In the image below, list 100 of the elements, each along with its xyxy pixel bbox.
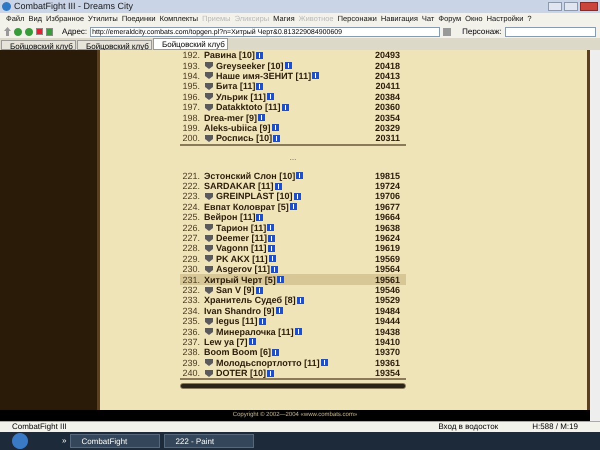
info-icon[interactable] [256,286,263,294]
status-stats: H:588 / M:19 [532,421,578,433]
info-icon[interactable] [276,307,283,314]
forward-button[interactable] [25,28,33,36]
rank-number: 228. [181,243,201,254]
rating-score: 19815 [374,170,401,181]
rating-score: 20329 [374,122,401,133]
character-field[interactable] [504,26,596,36]
rating-score: 19638 [374,222,401,233]
scrollbar[interactable] [590,50,600,421]
back-button[interactable] [14,28,22,36]
info-icon[interactable] [290,203,297,210]
info-icon[interactable] [296,172,304,180]
player-name-link[interactable]: Datakktoto [11] [216,102,281,112]
rating-score: 19370 [374,347,401,358]
player-name-link[interactable]: Deemer [11] [216,233,268,244]
rank-number: 222. [181,181,201,192]
player-name-link[interactable]: Наше имя-ЗЕНИТ [11] [216,70,312,81]
info-icon[interactable] [271,266,278,273]
info-icon[interactable] [268,244,275,252]
info-icon[interactable] [248,338,256,346]
info-icon[interactable] [272,124,279,132]
player-name-link[interactable]: Эстонский Слон [10] [204,170,296,181]
info-icon[interactable] [267,370,274,377]
rating-score: 19484 [374,306,401,316]
info-icon[interactable] [256,82,264,90]
info-icon[interactable] [294,192,301,200]
taskbar-button[interactable]: 222 - Paint [164,434,254,448]
info-icon[interactable] [267,224,274,232]
rank-number: 221. [181,170,201,181]
player-name-link[interactable]: PK AKX [11] [216,254,268,264]
rank-number: 233. [181,295,201,306]
info-icon[interactable] [258,114,266,122]
rating-score: 20384 [374,92,401,102]
player-name-link[interactable]: Бита [11] [216,81,256,92]
info-icon[interactable] [320,359,328,366]
info-icon[interactable] [276,276,284,284]
info-icon[interactable] [256,52,263,59]
info-icon[interactable] [312,72,320,80]
player-name-link[interactable]: Тарион [11] [216,222,266,233]
info-icon[interactable] [294,328,302,336]
info-icon[interactable] [296,296,304,304]
player-name-link[interactable]: Ivan Shandro [9] [204,306,275,316]
player-name-link[interactable]: Молодьспортлотто [11] [216,358,320,368]
player-name-link[interactable]: Минералочка [11] [216,326,294,337]
taskbar-button[interactable]: CombatFight [70,434,160,448]
player-name-link[interactable]: Хранитель Судеб [8] [204,295,296,306]
info-icon[interactable] [256,214,264,221]
rating-score: 19564 [374,264,401,274]
info-icon[interactable] [258,318,266,325]
info-icon[interactable] [274,182,282,190]
browser-tab[interactable]: Бойцовский клуб [1,40,76,50]
info-icon[interactable] [284,62,292,70]
player-name-link[interactable]: Drea-mer [9] [204,112,258,123]
info-icon[interactable] [273,134,280,142]
info-icon[interactable] [266,93,274,100]
rating-score: 19410 [374,336,401,347]
quick-launch-more[interactable]: » [62,435,66,447]
player-name-link[interactable]: DOTER [10] [216,368,266,378]
player-name-link[interactable]: Lew ya [7] [204,336,248,347]
rating-score: 19569 [374,254,401,264]
rank-number: 193. [181,60,201,71]
rating-score: 19706 [374,191,401,202]
player-name-link[interactable]: Ульрик [11] [216,92,266,102]
player-name-link[interactable]: Aleks-ubiica [9] [204,122,271,133]
player-name-link[interactable]: Роспись [10] [216,133,272,144]
rating-score: 20418 [374,60,401,71]
player-name-link[interactable]: SARDAKAR [11] [204,181,274,192]
info-icon[interactable] [268,255,276,262]
refresh-button[interactable] [46,28,53,36]
info-icon[interactable] [272,348,279,356]
info-icon[interactable] [282,104,289,111]
rating-score: 20411 [375,81,401,92]
player-name-link[interactable]: Greyseeker [10] [216,60,284,71]
player-name-link[interactable]: Равина [10] [204,50,255,60]
ellipsis-text: ... [290,152,296,164]
start-button[interactable] [12,433,28,449]
browser-tab[interactable]: Бойцовский клуб [77,40,152,50]
player-name-link[interactable]: legus [11] [216,316,258,326]
player-name-link[interactable]: Asgerov [11] [216,264,270,274]
player-name-link[interactable]: Вейрон [11] [204,212,256,222]
player-name-link[interactable]: Хитрый Черт [5] [204,274,276,285]
rating-score: 19438 [374,326,401,337]
rank-number: 197. [181,102,201,112]
rank-number: 239. [181,358,201,368]
info-icon[interactable] [268,234,276,242]
player-name-link[interactable]: San V [9] [216,285,255,295]
browser-tab[interactable]: Бойцовский клуб [153,38,228,50]
rank-number: 236. [181,326,201,337]
player-name-link[interactable]: Евпат Коловрат [5] [204,202,289,212]
rating-score: 19724 [374,181,401,192]
rank-number: 235. [181,316,201,326]
rank-number: 200. [181,133,201,144]
rating-score: 19444 [374,316,401,326]
player-name-link[interactable]: GREINPLAST [10] [216,191,293,202]
rank-number: 238. [181,347,201,358]
player-name-link[interactable]: Boom Boom [6] [204,347,271,358]
rank-number: 195. [181,81,201,92]
rating-score: 19677 [374,202,401,212]
player-name-link[interactable]: Vagonn [11] [216,243,267,254]
